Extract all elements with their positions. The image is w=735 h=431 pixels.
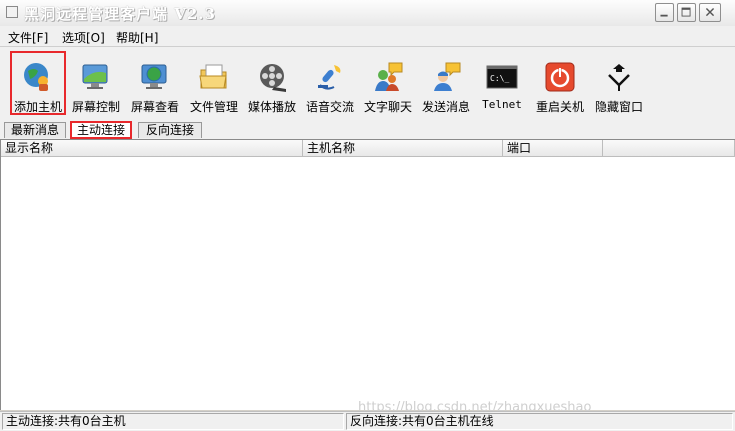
screen-view-icon: [141, 64, 167, 89]
tab-active-connection[interactable]: 主动连接: [70, 121, 132, 139]
status-bar: 主动连接:共有0台主机 反向连接:共有0台主机在线: [0, 411, 735, 431]
maximize-icon: [681, 7, 691, 17]
restart-shutdown-button[interactable]: 重启关机: [532, 51, 588, 115]
terminal-icon: C:\_: [486, 65, 518, 89]
screen-view-label: 屏幕查看: [130, 100, 179, 114]
add-host-label: 添加主机: [13, 100, 62, 114]
tab-strip: 最新消息 主动连接 反向连接: [0, 121, 735, 139]
voice-chat-button[interactable]: 语音交流: [302, 51, 358, 115]
text-chat-button[interactable]: 文字聊天: [360, 51, 416, 115]
send-message-button[interactable]: 发送消息: [418, 51, 474, 115]
menu-bar: 文件[F] 选项[O] 帮助[H]: [0, 26, 735, 47]
tab-latest-messages[interactable]: 最新消息: [4, 122, 66, 138]
column-header-display-name[interactable]: 显示名称: [1, 140, 303, 157]
status-active-connections: 主动连接:共有0台主机: [2, 413, 344, 430]
restart-shutdown-label: 重启关机: [535, 100, 584, 114]
hide-window-label: 隐藏窗口: [594, 100, 643, 114]
power-icon: [545, 62, 575, 92]
telnet-label: Telnet: [482, 98, 522, 111]
hide-window-button[interactable]: 隐藏窗口: [590, 51, 648, 115]
file-manager-button[interactable]: 文件管理: [186, 51, 242, 115]
add-host-button[interactable]: 添加主机: [10, 51, 66, 115]
tab-reverse-connection[interactable]: 反向连接: [138, 122, 202, 138]
toolbar: 添加主机 屏幕控制 屏幕查看 文件管理 媒体播放 语音交流 文字聊天 发送消息 …: [0, 47, 735, 121]
screen-control-label: 屏幕控制: [71, 100, 120, 114]
voice-chat-icon: [318, 65, 341, 90]
screen-view-button[interactable]: 屏幕查看: [126, 51, 184, 115]
telnet-button[interactable]: C:\_ Telnet: [476, 51, 528, 115]
text-chat-icon: [375, 62, 403, 91]
column-header-empty[interactable]: [603, 140, 735, 157]
voice-chat-label: 语音交流: [305, 100, 354, 114]
media-play-button[interactable]: 媒体播放: [244, 51, 300, 115]
menu-help[interactable]: 帮助[H]: [116, 29, 158, 46]
terminal-icon-text: C:\_: [490, 74, 509, 83]
status-reverse-connections: 反向连接:共有0台主机在线: [346, 413, 733, 430]
app-window: 黑洞远程管理客户端 V2.3 文件[F] 选项[O] 帮助[H] 添加主机 屏幕…: [0, 0, 735, 431]
file-manager-label: 文件管理: [189, 100, 238, 114]
host-list-table[interactable]: 显示名称 主机名称 端口: [0, 139, 735, 410]
column-header-host-name[interactable]: 主机名称: [303, 140, 503, 157]
add-host-icon: [24, 63, 48, 91]
hide-window-icon: [608, 64, 630, 91]
minimize-icon: [660, 14, 668, 17]
maximize-button[interactable]: [677, 3, 696, 22]
app-icon: [6, 6, 18, 18]
screen-control-button[interactable]: 屏幕控制: [68, 51, 124, 115]
title-bar[interactable]: 黑洞远程管理客户端 V2.3: [0, 0, 735, 27]
menu-file[interactable]: 文件[F]: [8, 29, 48, 46]
send-message-label: 发送消息: [421, 100, 470, 114]
close-button[interactable]: [699, 3, 721, 22]
text-chat-label: 文字聊天: [363, 100, 412, 114]
close-icon: [705, 7, 715, 17]
send-message-icon: [434, 62, 461, 91]
media-play-label: 媒体播放: [247, 100, 296, 114]
window-title: 黑洞远程管理客户端 V2.3: [24, 5, 216, 23]
screen-control-icon: [82, 64, 108, 89]
column-header-port[interactable]: 端口: [503, 140, 603, 157]
minimize-button[interactable]: [655, 3, 674, 22]
folder-icon: [199, 64, 227, 89]
film-reel-icon: [260, 64, 286, 92]
menu-options[interactable]: 选项[O]: [62, 29, 105, 46]
